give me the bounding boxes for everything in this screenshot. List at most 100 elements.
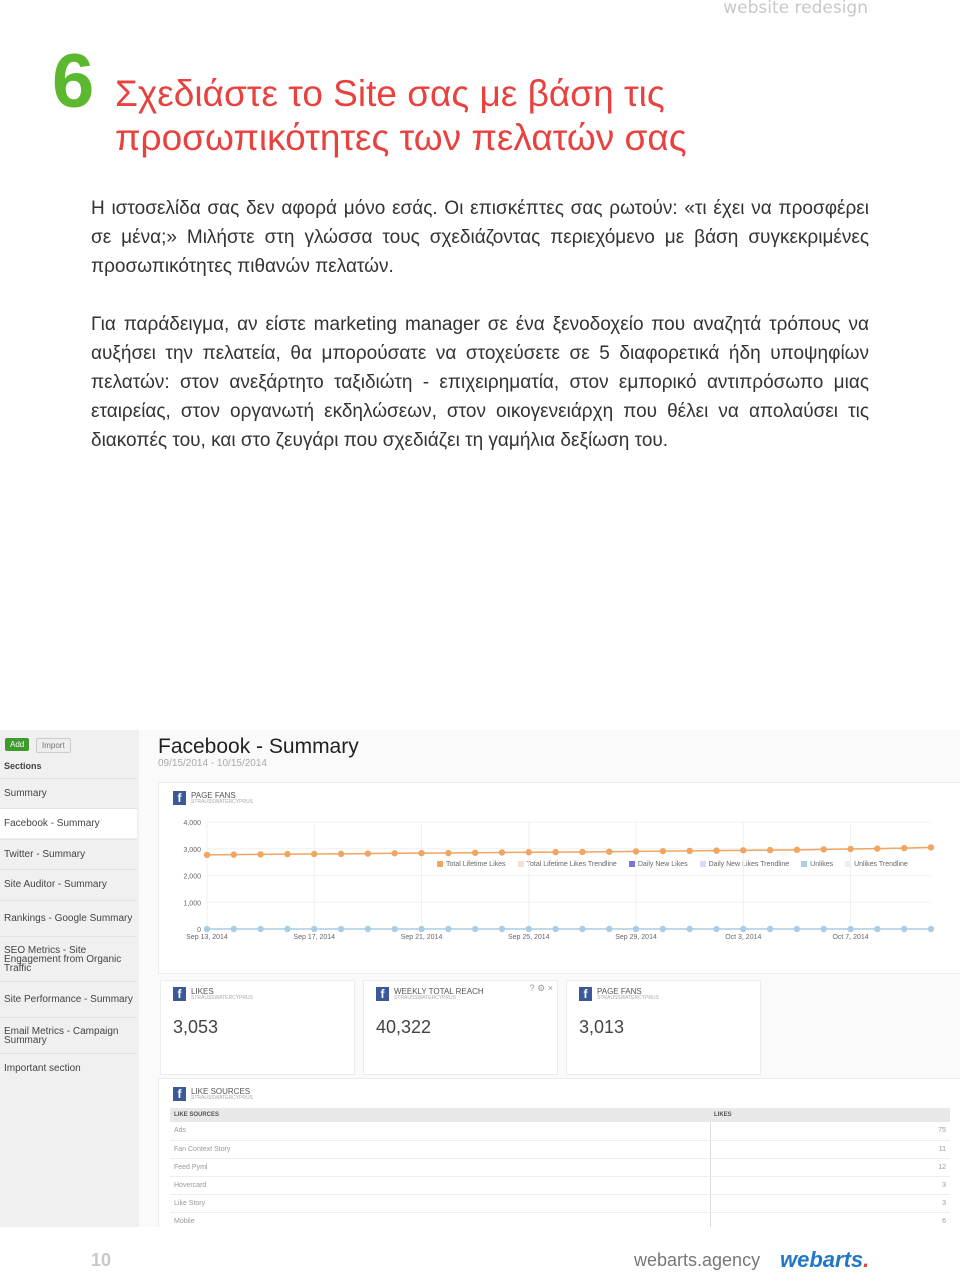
data-point xyxy=(793,925,801,933)
sections-heading: Sections xyxy=(4,761,42,771)
data-point xyxy=(740,925,747,933)
source-cell: Hovercard xyxy=(170,1176,710,1195)
data-point xyxy=(525,925,532,933)
metric-card: f PAGE FANS STRAUSSWATERCYPRUS 3,013 xyxy=(566,980,761,1075)
import-button[interactable]: Import xyxy=(36,738,71,753)
facebook-icon: f xyxy=(173,987,186,1001)
sidebar-item[interactable]: Site Auditor - Summary xyxy=(0,869,137,899)
column-header[interactable]: LIKE SOURCES xyxy=(170,1108,710,1122)
likes-cell: 6 xyxy=(709,1212,950,1227)
data-point xyxy=(793,846,801,854)
sidebar-item[interactable]: Site Performance - Summary xyxy=(0,981,137,1017)
y-tick-label: 0 xyxy=(197,927,201,934)
data-point xyxy=(874,925,881,933)
sidebar-item[interactable]: Facebook - Summary xyxy=(0,808,137,838)
dashboard-screenshot: Add Import Sections Summary Facebook - Su… xyxy=(0,730,960,1227)
table-row: Hovercard 3 xyxy=(170,1176,950,1195)
data-point xyxy=(740,847,747,854)
sidebar-item[interactable]: Email Metrics - Campaign Summary xyxy=(0,1017,137,1053)
data-point xyxy=(337,925,345,933)
y-tick-label: 4,000 xyxy=(183,820,201,827)
data-point xyxy=(364,925,372,933)
x-tick-label: Sep 29, 2014 xyxy=(615,934,657,941)
table-row: Feed Pyml 12 xyxy=(170,1158,950,1177)
facebook-icon: f xyxy=(579,987,592,1001)
paragraph: Η ιστοσελίδα σας δεν αφορά μόνο εσάς. Οι… xyxy=(91,198,869,277)
metric-card: f LIKES STRAUSSWATERCYPRUS 3,053 xyxy=(160,980,355,1075)
data-point xyxy=(471,849,479,856)
metric-value: 40,322 xyxy=(376,1017,432,1037)
y-tick-label: 2,000 xyxy=(183,874,201,881)
sidebar-item[interactable]: Summary xyxy=(0,778,137,808)
likes-cell: 3 xyxy=(709,1176,950,1195)
data-point xyxy=(391,850,398,857)
data-point xyxy=(445,849,452,857)
data-point xyxy=(632,848,640,855)
data-point xyxy=(230,925,238,933)
x-tick-label: Oct 3, 2014 xyxy=(725,934,761,941)
data-point xyxy=(498,925,506,933)
data-point xyxy=(847,925,854,933)
data-point xyxy=(659,847,667,855)
source-cell: Like Story xyxy=(170,1194,710,1213)
table-row: Like Story 3 xyxy=(170,1194,950,1213)
running-header: website redesign xyxy=(723,0,868,18)
data-point xyxy=(927,844,935,851)
table-row: Mobile 6 xyxy=(170,1212,950,1227)
data-point xyxy=(418,925,425,933)
metric-value: 3,053 xyxy=(173,1017,219,1037)
data-point xyxy=(632,925,640,933)
help-icon[interactable]: ? xyxy=(530,983,535,993)
data-point xyxy=(311,850,318,858)
date-range[interactable]: 09/15/2014 - 10/15/2014 xyxy=(158,758,267,769)
x-tick-label: Sep 13, 2014 xyxy=(186,934,228,941)
paragraph: Για παράδειγμα, αν είστε marketing manag… xyxy=(91,314,869,451)
sidebar-item[interactable]: Rankings - Google Summary xyxy=(0,900,137,936)
y-tick-label: 3,000 xyxy=(183,847,201,854)
add-button[interactable]: Add xyxy=(5,738,30,751)
data-point xyxy=(257,925,264,933)
data-point xyxy=(311,925,318,933)
x-tick-label: Oct 7, 2014 xyxy=(832,934,868,941)
data-point xyxy=(927,925,935,933)
data-point xyxy=(284,925,291,933)
data-point xyxy=(713,925,720,933)
x-tick-label: Sep 17, 2014 xyxy=(293,934,335,941)
data-point xyxy=(766,846,774,854)
main-content: Facebook - Summary 09/15/2014 - 10/15/20… xyxy=(140,730,960,1227)
line-chart: 0 1,000 2,000 3,000 4,000 Sep 13, 2014 Sep 17,… xyxy=(183,820,935,941)
data-point xyxy=(606,848,613,855)
metric-value: 3,013 xyxy=(579,1017,625,1037)
metric-card: f WEEKLY TOTAL REACH STRAUSSWATERCYPRUS 40,… xyxy=(363,980,558,1075)
data-point xyxy=(686,925,693,933)
source-cell: Fan Context Story xyxy=(170,1140,710,1159)
data-point xyxy=(766,925,774,933)
data-point xyxy=(900,844,908,852)
data-point xyxy=(847,845,854,853)
source-cell: Ads xyxy=(170,1122,710,1141)
like-sources-table: LIKE SOURCES LIKES Ads 75 Fan Context Story… xyxy=(170,1108,950,1227)
section-number: 6 xyxy=(52,39,95,124)
column-header[interactable]: LIKES xyxy=(710,1108,950,1122)
data-point xyxy=(552,848,559,856)
webarts-logo: webarts. xyxy=(780,1247,870,1272)
data-point xyxy=(257,851,264,858)
gear-icon[interactable]: ⚙ xyxy=(537,983,545,993)
data-point xyxy=(498,849,506,856)
x-tick-label: Sep 21, 2014 xyxy=(401,934,443,941)
data-point xyxy=(579,925,586,933)
page-title: Facebook - Summary xyxy=(158,735,359,758)
close-icon[interactable]: × xyxy=(548,983,553,993)
y-tick-label: 1,000 xyxy=(183,900,201,907)
table-row: Ads 75 xyxy=(170,1122,950,1141)
sidebar: Add Import Sections Summary Facebook - Su… xyxy=(0,730,139,1227)
sidebar-item[interactable]: Twitter - Summary xyxy=(0,839,137,869)
x-tick-label: Sep 25, 2014 xyxy=(508,934,550,941)
data-point xyxy=(820,925,827,933)
facebook-icon: f xyxy=(376,987,389,1001)
sidebar-item[interactable]: SEO Metrics - Site Engagement from Organ… xyxy=(0,936,137,981)
sidebar-item[interactable]: Important section xyxy=(0,1053,137,1083)
data-point xyxy=(337,850,345,858)
data-point xyxy=(203,851,211,859)
card-subtitle: STRAUSSWATERCYPRUS xyxy=(191,995,253,1001)
